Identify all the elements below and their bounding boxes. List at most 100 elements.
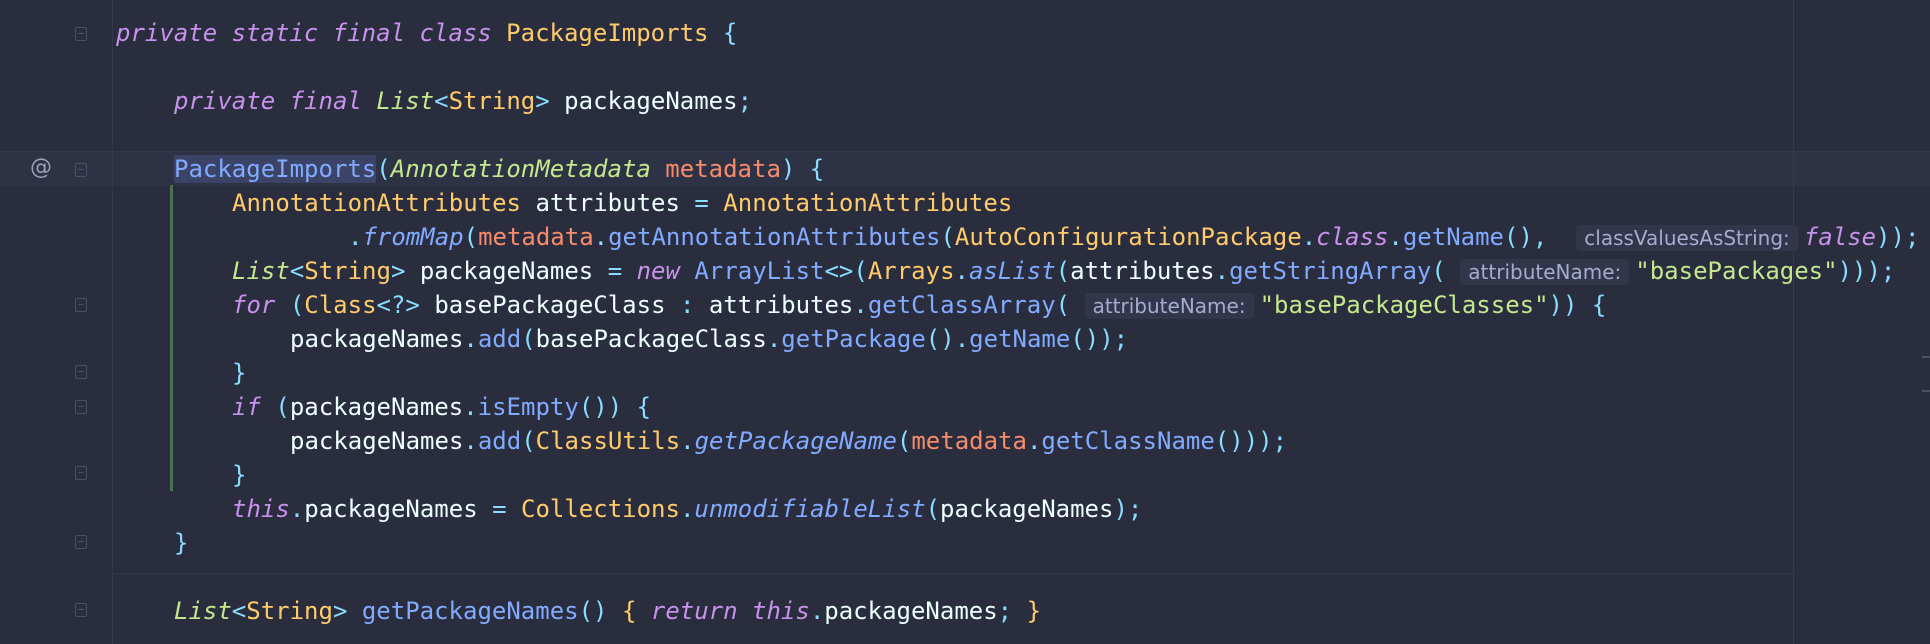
type-name: List: [232, 257, 290, 285]
scrollbar-marker[interactable]: [1922, 356, 1930, 358]
punctuation: (: [896, 427, 912, 455]
type-name: AnnotationMetadata: [390, 155, 651, 183]
code-line[interactable]: }: [174, 526, 188, 560]
method-name: add: [477, 325, 522, 353]
override-marker-icon[interactable]: @: [30, 155, 52, 180]
code-line[interactable]: private final List<String> packageNames;: [174, 84, 752, 118]
punctuation: (: [940, 223, 955, 251]
operator: =: [607, 257, 623, 285]
code-line[interactable]: }: [232, 458, 246, 492]
punctuation: .: [766, 325, 782, 353]
operator: :: [679, 291, 695, 319]
fold-toggle-icon[interactable]: [75, 298, 87, 312]
variable: attributes: [708, 291, 854, 319]
parameter: metadata: [478, 223, 594, 251]
code-line[interactable]: List<String> packageNames = new ArrayLis…: [232, 254, 1895, 288]
fold-toggle-icon[interactable]: [75, 365, 87, 379]
gutter-separator: [112, 0, 113, 644]
fold-toggle-icon[interactable]: [75, 535, 87, 549]
code-line[interactable]: packageNames.add(ClassUtils.getPackageNa…: [290, 424, 1287, 458]
fold-toggle-icon[interactable]: [75, 603, 87, 617]
fold-toggle-icon[interactable]: [75, 163, 87, 177]
type-name: String: [304, 257, 391, 285]
punctuation: .: [1388, 223, 1403, 251]
punctuation: .: [463, 427, 478, 455]
code-line[interactable]: List<String> getPackageNames() { return …: [174, 594, 1041, 628]
punctuation: <: [289, 257, 305, 285]
parameter-hint: attributeName:: [1084, 293, 1254, 319]
brace: {: [1591, 291, 1607, 319]
field-name: packageNames: [824, 597, 998, 625]
punctuation: );: [1113, 495, 1143, 523]
method-name: asList: [968, 257, 1056, 285]
punctuation: >: [535, 87, 550, 115]
method-name: getPackageName: [694, 427, 897, 455]
fold-toggle-icon[interactable]: [75, 466, 87, 480]
code-line[interactable]: PackageImports(AnnotationMetadata metada…: [174, 152, 824, 186]
fold-toggle-icon[interactable]: [75, 27, 87, 41]
punctuation: ): [780, 155, 796, 183]
punctuation: ;: [737, 87, 753, 115]
code-line[interactable]: packageNames.add(basePackageClass.getPac…: [290, 322, 1128, 356]
type-name: String: [246, 597, 333, 625]
fold-toggle-icon[interactable]: [75, 400, 87, 414]
code-line[interactable]: private static final class PackageImport…: [116, 16, 737, 50]
keyword: for: [232, 291, 276, 319]
punctuation: <: [434, 87, 449, 115]
brace: {: [636, 393, 652, 421]
code-line[interactable]: }: [232, 356, 246, 390]
vcs-change-marker[interactable]: [170, 185, 173, 491]
keyword: return: [650, 597, 738, 625]
code-line[interactable]: if (packageNames.isEmpty()) {: [232, 390, 651, 424]
brace: {: [621, 597, 637, 625]
class-name: ClassUtils: [535, 427, 681, 455]
punctuation: .: [1026, 427, 1042, 455]
keyword: private: [116, 19, 218, 47]
punctuation: .: [954, 257, 969, 285]
punctuation: <: [231, 597, 247, 625]
brace: }: [174, 529, 189, 557]
keyword: this: [752, 597, 810, 625]
punctuation: .: [463, 325, 478, 353]
type-name: List: [174, 597, 232, 625]
code-line[interactable]: .fromMap(metadata.getAnnotationAttribute…: [348, 220, 1919, 254]
code-line[interactable]: for (Class<?> basePackageClass : attribu…: [232, 288, 1606, 322]
brace: {: [809, 155, 825, 183]
punctuation: .: [680, 427, 695, 455]
punctuation: )));: [1837, 257, 1896, 285]
method-name: getName: [1402, 223, 1504, 251]
punctuation: ().: [925, 325, 970, 353]
code-line[interactable]: AnnotationAttributes attributes = Annota…: [232, 186, 1012, 220]
punctuation: (: [521, 427, 536, 455]
punctuation: (: [463, 223, 479, 251]
punctuation: >: [390, 257, 406, 285]
method-name: isEmpty: [477, 393, 579, 421]
punctuation: <?>: [376, 291, 420, 319]
punctuation: (),: [1504, 223, 1548, 251]
code-line[interactable]: this.packageNames = Collections.unmodifi…: [232, 492, 1142, 526]
code-editor[interactable]: @ private static final class PackageImpo…: [0, 0, 1930, 644]
punctuation: (: [289, 291, 305, 319]
method-name: getName: [969, 325, 1071, 353]
parameter: metadata: [911, 427, 1027, 455]
keyword: if: [232, 393, 261, 421]
punctuation: (: [1431, 257, 1446, 285]
type-name: Class: [304, 291, 377, 319]
field-name: packageNames: [564, 87, 738, 115]
punctuation: >: [332, 597, 348, 625]
class-name: ArrayList: [694, 257, 825, 285]
keyword: this: [232, 495, 290, 523]
scrollbar-marker[interactable]: [1922, 390, 1930, 392]
keyword: static: [231, 19, 319, 47]
punctuation: (: [1055, 291, 1071, 319]
punctuation: <>(: [824, 257, 868, 285]
punctuation: ));: [1876, 223, 1920, 251]
punctuation: ()): [578, 393, 623, 421]
type-name: AnnotationAttributes: [232, 189, 521, 217]
keyword: class: [1316, 223, 1389, 251]
punctuation: )): [1548, 291, 1578, 319]
variable: basePackageClass: [434, 291, 666, 319]
class-name: Arrays: [867, 257, 955, 285]
class-name: PackageImports: [506, 19, 709, 47]
parameter-hint: attributeName:: [1460, 259, 1630, 285]
